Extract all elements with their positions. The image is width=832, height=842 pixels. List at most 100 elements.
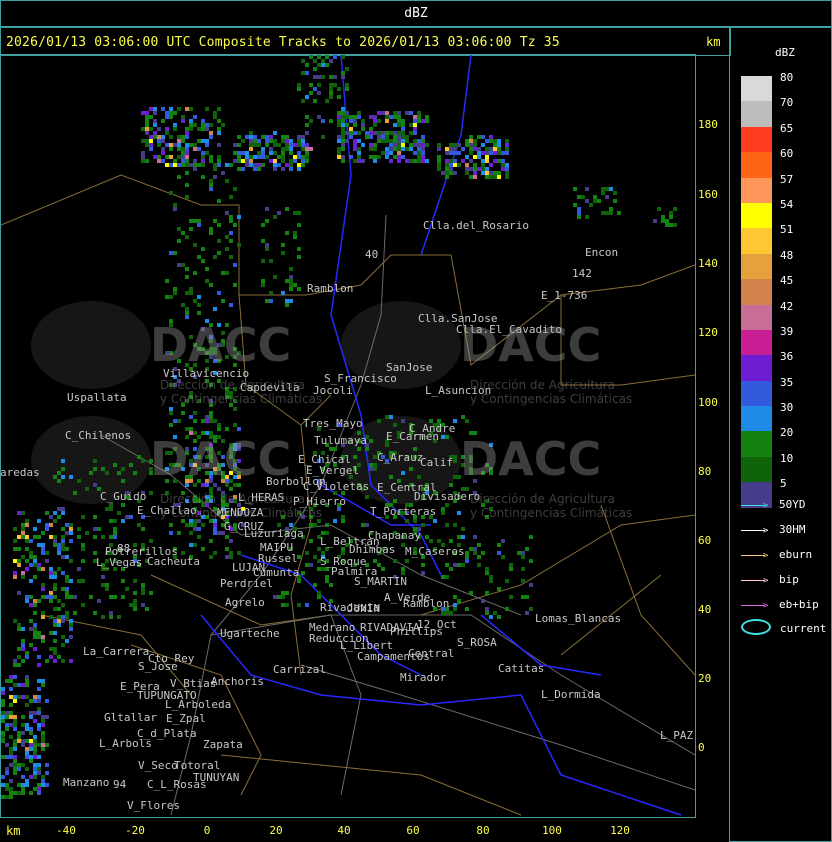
radar-pixel	[65, 615, 69, 619]
radar-pixel	[13, 659, 17, 663]
radar-pixel	[577, 211, 581, 215]
radar-pixel	[253, 143, 257, 147]
radar-pixel	[481, 159, 485, 163]
radar-pixel	[661, 219, 665, 223]
radar-pixel	[213, 531, 217, 535]
radar-pixel	[177, 163, 181, 167]
radar-pixel	[233, 187, 237, 191]
radar-pixel	[177, 227, 181, 231]
radar-pixel	[485, 155, 489, 159]
radar-pixel	[249, 131, 253, 135]
radar-pixel	[65, 639, 69, 643]
radar-pixel	[169, 523, 173, 527]
radar-pixel	[9, 687, 13, 691]
radar-pixel	[293, 283, 297, 287]
radar-pixel	[17, 559, 21, 563]
radar-pixel	[417, 155, 421, 159]
radar-pixel	[265, 247, 269, 251]
track-label: 50YD	[779, 498, 806, 511]
radar-pixel	[425, 159, 429, 163]
radar-pixel	[37, 599, 41, 603]
radar-pixel	[297, 287, 301, 291]
radar-pixel	[201, 247, 205, 251]
radar-pixel	[269, 291, 273, 295]
radar-pixel	[277, 211, 281, 215]
radar-pixel	[133, 471, 137, 475]
radar-pixel	[445, 435, 449, 439]
radar-pixel	[157, 139, 161, 143]
radar-pixel	[141, 139, 145, 143]
radar-pixel	[13, 771, 17, 775]
radar-pixel	[5, 755, 9, 759]
radar-pixel	[17, 563, 21, 567]
radar-pixel	[9, 791, 13, 795]
radar-pixel	[193, 419, 197, 423]
radar-pixel	[341, 515, 345, 519]
radar-pixel	[497, 151, 501, 155]
scale-swatch: 42	[741, 300, 793, 330]
radar-pixel	[657, 207, 661, 211]
radar-pixel	[77, 535, 81, 539]
radar-pixel	[293, 211, 297, 215]
radar-pixel	[205, 143, 209, 147]
radar-pixel	[497, 147, 501, 151]
radar-pixel	[297, 163, 301, 167]
radar-pixel	[5, 783, 9, 787]
radar-pixel	[141, 151, 145, 155]
scale-swatch: 51	[741, 223, 793, 254]
radar-pixel	[141, 603, 145, 607]
radar-pixel	[105, 583, 109, 587]
place-label: Uspallata	[67, 391, 127, 404]
radar-pixel	[141, 459, 145, 463]
radar-pixel	[369, 115, 373, 119]
radar-pixel	[373, 143, 377, 147]
radar-pixel	[349, 135, 353, 139]
radar-pixel	[297, 143, 301, 147]
radar-pixel	[61, 459, 65, 463]
radar-pixel	[29, 727, 33, 731]
radar-pixel	[285, 303, 289, 307]
radar-pixel	[317, 595, 321, 599]
radar-pixel	[485, 607, 489, 611]
radar-pixel	[357, 147, 361, 151]
radar-pixel	[129, 463, 133, 467]
scale-swatch: 39	[741, 325, 793, 356]
radar-pixel	[141, 159, 145, 163]
radar-pixel	[617, 211, 621, 215]
y-tick-label: 20	[698, 672, 712, 685]
radar-pixel	[53, 539, 57, 543]
radar-pixel	[33, 603, 37, 607]
radar-pixel	[265, 135, 269, 139]
radar-pixel	[65, 575, 69, 579]
radar-pixel	[465, 419, 469, 423]
radar-pixel	[297, 139, 301, 143]
radar-pixel	[37, 687, 41, 691]
radar-pixel	[489, 139, 493, 143]
radar-pixel	[205, 279, 209, 283]
radar-pixel	[253, 163, 257, 167]
place-label: Ramblon	[403, 597, 450, 610]
radar-pixel	[393, 131, 397, 135]
radar-pixel	[217, 427, 221, 431]
radar-pixel	[21, 739, 25, 743]
radar-pixel	[29, 731, 33, 735]
radar-pixel	[25, 783, 29, 787]
radar-pixel	[229, 163, 233, 167]
radar-pixel	[333, 55, 337, 59]
radar-pixel	[197, 255, 201, 259]
watermark-subtitle: Dirección de Agricultura	[470, 378, 615, 392]
radar-pixel	[53, 575, 57, 579]
x-tick-label: 80	[476, 824, 490, 837]
radar-pixel	[185, 107, 189, 111]
radar-pixel	[453, 475, 457, 479]
radar-pixel	[9, 711, 13, 715]
radar-pixel	[165, 143, 169, 147]
radar-pixel	[421, 151, 425, 155]
radar-pixel	[341, 519, 345, 523]
radar-pixel	[285, 207, 289, 211]
radar-pixel	[469, 139, 473, 143]
radar-pixel	[509, 567, 513, 571]
radar-pixel	[477, 563, 481, 567]
radar-pixel	[437, 163, 441, 167]
radar-pixel	[133, 607, 137, 611]
